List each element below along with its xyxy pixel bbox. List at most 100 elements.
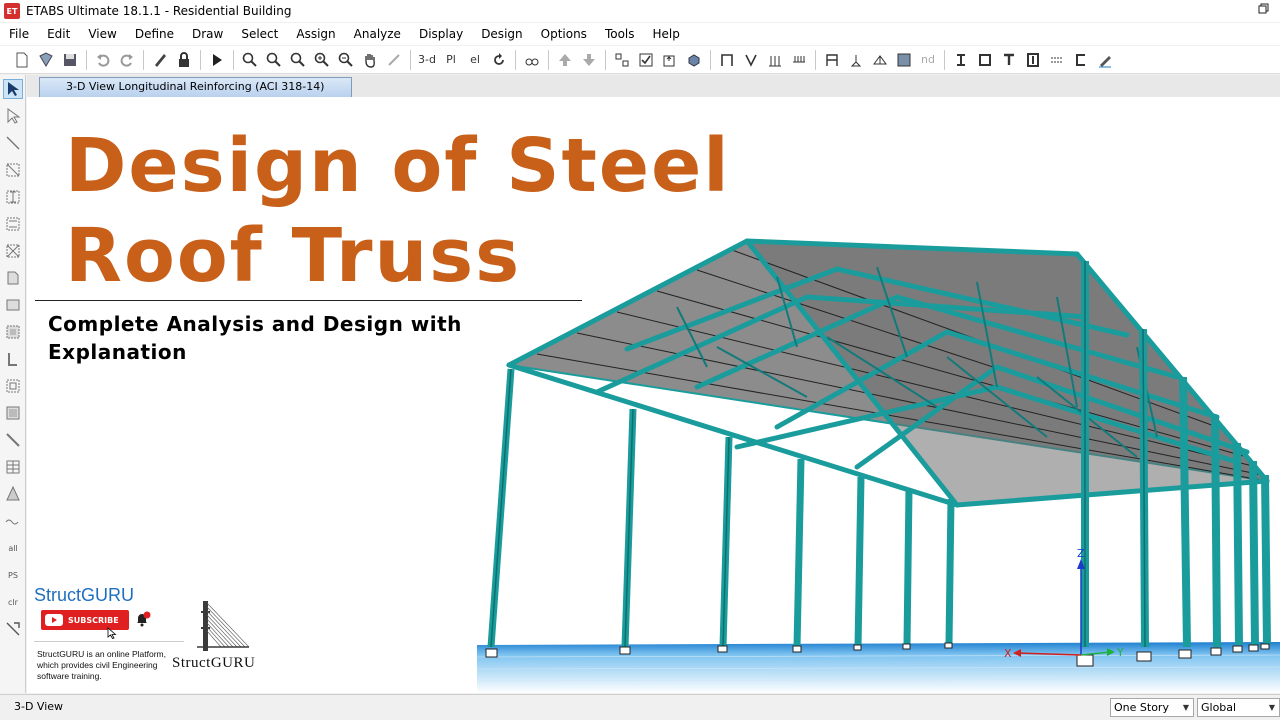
redo-icon[interactable] bbox=[116, 49, 138, 71]
section-display-icon[interactable] bbox=[893, 49, 915, 71]
etabs-app-icon: ET bbox=[4, 3, 20, 19]
undo-icon[interactable] bbox=[92, 49, 114, 71]
view-tab-strip: 3-D View Longitudinal Reinforcing (ACI 3… bbox=[27, 75, 1280, 97]
draw-opening-icon[interactable] bbox=[3, 376, 23, 396]
toolbar-separator bbox=[548, 49, 549, 70]
channel-icon[interactable] bbox=[1070, 49, 1092, 71]
menu-analyze[interactable]: Analyze bbox=[345, 27, 410, 41]
move-down-icon[interactable] bbox=[578, 49, 600, 71]
line-style-icon[interactable] bbox=[1046, 49, 1068, 71]
draw-wall-icon[interactable] bbox=[3, 349, 23, 369]
previous-selection-button[interactable]: PS bbox=[3, 565, 23, 585]
save-icon[interactable] bbox=[59, 49, 81, 71]
draw-grid-icon[interactable] bbox=[3, 457, 23, 477]
lock-icon[interactable] bbox=[173, 49, 195, 71]
deck-icon[interactable] bbox=[788, 49, 810, 71]
menu-view[interactable]: View bbox=[79, 27, 125, 41]
pencil-icon[interactable] bbox=[149, 49, 171, 71]
menu-file[interactable]: File bbox=[0, 27, 38, 41]
frame-section-icon[interactable] bbox=[821, 49, 843, 71]
tee-section-icon[interactable] bbox=[998, 49, 1020, 71]
intersect-select-icon[interactable] bbox=[3, 619, 23, 639]
frame-icon[interactable] bbox=[716, 49, 738, 71]
box-section-icon[interactable] bbox=[974, 49, 996, 71]
reshape-icon[interactable] bbox=[3, 106, 23, 126]
pointer-select-icon[interactable] bbox=[3, 79, 23, 99]
brand-name: StructGURU bbox=[34, 585, 135, 605]
menu-select[interactable]: Select bbox=[232, 27, 287, 41]
move-up-icon[interactable] bbox=[554, 49, 576, 71]
zoom-out-icon[interactable] bbox=[335, 49, 357, 71]
menu-assign[interactable]: Assign bbox=[287, 27, 344, 41]
menu-define[interactable]: Define bbox=[126, 27, 183, 41]
coordinate-system-select[interactable]: Global ▼ bbox=[1197, 698, 1280, 717]
menu-edit[interactable]: Edit bbox=[38, 27, 79, 41]
draw-dimension-icon[interactable] bbox=[3, 430, 23, 450]
draw-tendon-icon[interactable] bbox=[3, 484, 23, 504]
assign-icon[interactable] bbox=[659, 49, 681, 71]
select-all-button[interactable]: all bbox=[3, 538, 23, 558]
rotate-view-icon[interactable] bbox=[488, 49, 510, 71]
zoom-in-icon[interactable] bbox=[311, 49, 333, 71]
truss-icon[interactable] bbox=[869, 49, 891, 71]
status-view-name: 3-D View bbox=[14, 700, 64, 713]
draw-cross-brace-icon[interactable] bbox=[3, 241, 23, 261]
elevation-view-button[interactable]: el bbox=[464, 49, 486, 71]
draw-rectangle-icon[interactable] bbox=[3, 295, 23, 315]
checkbox-icon[interactable] bbox=[635, 49, 657, 71]
subscribe-label: SUBSCRIBE bbox=[68, 615, 119, 625]
menu-design[interactable]: Design bbox=[472, 27, 531, 41]
menu-options[interactable]: Options bbox=[532, 27, 596, 41]
brand-logo-text: StructGURU bbox=[172, 655, 256, 671]
wall-icon[interactable] bbox=[764, 49, 786, 71]
nd-button[interactable]: nd bbox=[917, 49, 939, 71]
draw-pen-icon[interactable] bbox=[1094, 49, 1116, 71]
draw-spring-icon[interactable] bbox=[3, 511, 23, 531]
view-3d-button[interactable]: 3-d bbox=[416, 49, 438, 71]
pan-hand-icon[interactable] bbox=[359, 49, 381, 71]
wide-flange-icon[interactable] bbox=[1022, 49, 1044, 71]
chevron-down-icon: ▼ bbox=[1182, 703, 1189, 712]
zoom-restore-icon[interactable] bbox=[263, 49, 285, 71]
support-icon[interactable] bbox=[845, 49, 867, 71]
measure-icon[interactable] bbox=[383, 49, 405, 71]
open-model-icon[interactable] bbox=[35, 49, 57, 71]
notification-bell-icon[interactable] bbox=[133, 610, 151, 628]
brace-icon[interactable] bbox=[740, 49, 762, 71]
brand-description: StructGURU is an online Platform, which … bbox=[37, 649, 166, 681]
model-view-canvas[interactable]: Z X Y Design of Steel Roof Truss Complet… bbox=[27, 97, 1280, 693]
draw-beam-icon[interactable] bbox=[3, 187, 23, 207]
draw-brace-icon[interactable] bbox=[3, 160, 23, 180]
run-analysis-icon[interactable] bbox=[206, 49, 228, 71]
menu-tools[interactable]: Tools bbox=[596, 27, 644, 41]
title-line-2: Roof Truss bbox=[65, 213, 522, 299]
draw-line-icon[interactable] bbox=[3, 133, 23, 153]
toolbar-separator bbox=[815, 49, 816, 70]
select-grid-icon[interactable] bbox=[611, 49, 633, 71]
mouse-cursor-icon bbox=[107, 627, 117, 639]
toolbar-separator bbox=[143, 49, 144, 70]
menu-display[interactable]: Display bbox=[410, 27, 472, 41]
draw-slab-icon[interactable] bbox=[3, 403, 23, 423]
axis-x-label: X bbox=[1004, 647, 1012, 660]
main-toolbar: 3-d Pl el nd bbox=[0, 46, 1280, 74]
zoom-full-icon[interactable] bbox=[287, 49, 309, 71]
clear-selection-button[interactable]: clr bbox=[3, 592, 23, 612]
menu-draw[interactable]: Draw bbox=[183, 27, 232, 41]
draw-column-icon[interactable] bbox=[3, 214, 23, 234]
zoom-window-icon[interactable] bbox=[239, 49, 261, 71]
tab-3d-view[interactable]: 3-D View Longitudinal Reinforcing (ACI 3… bbox=[39, 77, 352, 97]
glasses-icon[interactable] bbox=[521, 49, 543, 71]
plan-view-button[interactable]: Pl bbox=[440, 49, 462, 71]
restore-window-icon[interactable] bbox=[1254, 3, 1274, 19]
toolbar-separator bbox=[605, 49, 606, 70]
new-model-icon[interactable] bbox=[11, 49, 33, 71]
draw-quick-area-icon[interactable] bbox=[3, 322, 23, 342]
story-select[interactable]: One Story ▼ bbox=[1110, 698, 1194, 717]
draw-area-icon[interactable] bbox=[3, 268, 23, 288]
steel-roof-truss-model: Z X Y bbox=[477, 238, 1280, 693]
etabs-window: ET ETABS Ultimate 18.1.1 - Residential B… bbox=[0, 0, 1280, 720]
menu-help[interactable]: Help bbox=[644, 27, 689, 41]
i-section-icon[interactable] bbox=[950, 49, 972, 71]
object-shape-icon[interactable] bbox=[683, 49, 705, 71]
